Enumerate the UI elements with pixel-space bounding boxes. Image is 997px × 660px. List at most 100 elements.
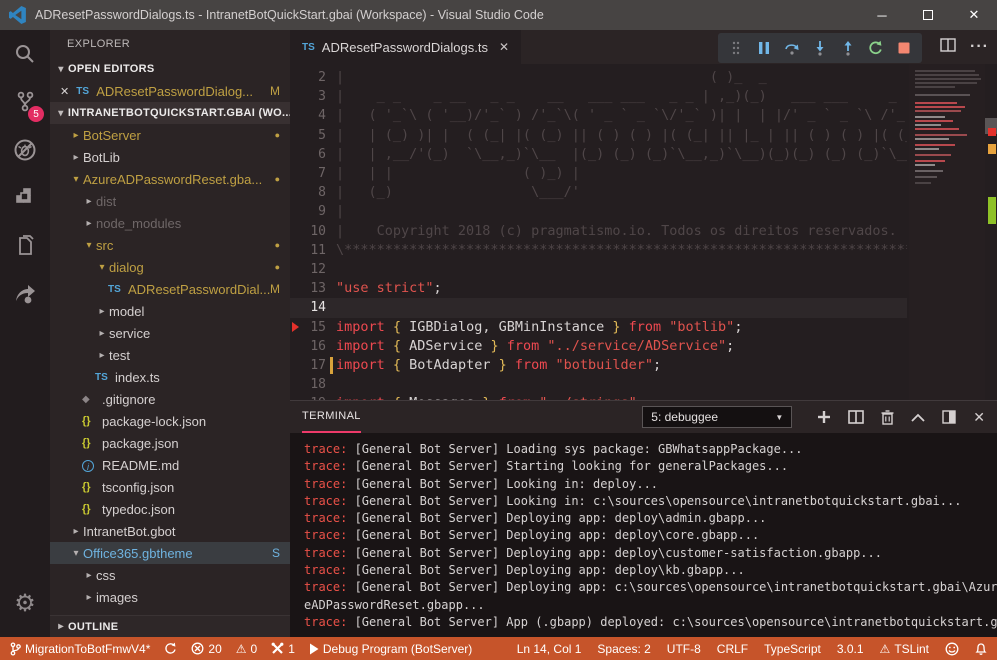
sync-icon: [164, 642, 177, 655]
status-ts-version[interactable]: 3.0.1: [837, 642, 864, 656]
tree-item[interactable]: ▸test: [50, 344, 290, 366]
editor-tab-bar: TS ADResetPasswordDialogs.ts ✕: [290, 30, 997, 64]
tree-item[interactable]: ▾dialog●: [50, 256, 290, 278]
workspace-section-header[interactable]: ▾ INTRANETBOTQUICKSTART.GBAI (WO...: [50, 102, 290, 124]
terminal-line: trace: [General Bot Server] Starting loo…: [304, 458, 997, 475]
status-warnings[interactable]: ⚠0: [236, 642, 257, 656]
kill-terminal-icon[interactable]: [881, 410, 894, 425]
terminal-selector-dropdown[interactable]: 5: debuggee▼: [642, 406, 792, 428]
tree-item[interactable]: ◆.gitignore: [50, 388, 290, 410]
status-language-mode[interactable]: TypeScript: [764, 642, 821, 656]
new-terminal-icon[interactable]: [817, 410, 831, 424]
status-errors[interactable]: 20: [191, 642, 221, 656]
extensions-icon[interactable]: [0, 174, 50, 222]
tree-item[interactable]: ▸node_modules: [50, 212, 290, 234]
json-file-icon: {}: [82, 437, 102, 449]
code-text: | | (_) )| | ( (_| |( (_) || ( ) ( ) |( …: [336, 126, 907, 145]
tree-item[interactable]: ▸IntranetBot.gbot: [50, 520, 290, 542]
terminal-tab[interactable]: TERMINAL: [302, 401, 361, 433]
open-editor-item[interactable]: ✕ TS ADResetPasswordDialog... M: [50, 80, 290, 102]
minimap[interactable]: [909, 64, 985, 400]
tree-item[interactable]: {}tsconfig.json: [50, 476, 290, 498]
terminal-output[interactable]: trace: [General Bot Server] Loading sys …: [290, 433, 997, 637]
status-cursor-position[interactable]: Ln 14, Col 1: [517, 642, 582, 656]
collapse-panel-icon[interactable]: [911, 413, 925, 422]
restart-icon[interactable]: [864, 36, 888, 60]
tree-item-label: test: [109, 348, 130, 363]
toolbar-grip-icon[interactable]: [724, 36, 748, 60]
tree-item[interactable]: ▾AzureADPasswordReset.gba...●: [50, 168, 290, 190]
status-eol[interactable]: CRLF: [717, 642, 748, 656]
share-icon[interactable]: [0, 270, 50, 318]
tree-item-label: index.ts: [115, 370, 160, 385]
close-icon[interactable]: ✕: [60, 85, 69, 98]
tab-close-icon[interactable]: ✕: [499, 40, 509, 54]
tree-item[interactable]: {}typedoc.json: [50, 498, 290, 520]
pause-icon[interactable]: [752, 36, 776, 60]
step-over-icon[interactable]: [780, 36, 804, 60]
chevron-right-icon: ▸: [95, 350, 109, 361]
split-editor-icon[interactable]: [940, 38, 956, 57]
tree-item[interactable]: ▸BotServer●: [50, 124, 290, 146]
tree-item[interactable]: ▸service: [50, 322, 290, 344]
gutter-modified-indicator: [330, 357, 333, 374]
step-into-icon[interactable]: [808, 36, 832, 60]
file-tree: ▸BotServer●▸BotLib▾AzureADPasswordReset.…: [50, 124, 290, 615]
open-editors-header[interactable]: ▾ OPEN EDITORS: [50, 58, 290, 80]
tree-item[interactable]: TSADResetPasswordDial...M: [50, 278, 290, 300]
outline-section-header[interactable]: ▸ OUTLINE: [50, 615, 290, 637]
code-text: | ( '_`\ ( '__)/'_` ) /'_`\( ' _ ` _ `\/…: [336, 106, 907, 125]
git-status-badge: S: [272, 546, 280, 560]
tree-item[interactable]: ▸model: [50, 300, 290, 322]
status-notifications[interactable]: [975, 642, 987, 656]
split-terminal-icon[interactable]: [848, 410, 864, 424]
minimap-line: [915, 86, 955, 88]
code-text: \***************************************…: [336, 241, 907, 260]
status-indentation[interactable]: Spaces: 2: [597, 642, 650, 656]
tree-item[interactable]: ▸BotLib: [50, 146, 290, 168]
tree-item[interactable]: ▸css: [50, 564, 290, 586]
overview-ruler[interactable]: [985, 64, 997, 400]
tree-item[interactable]: {}package-lock.json: [50, 410, 290, 432]
chevron-right-icon: ▸: [54, 621, 68, 632]
close-button[interactable]: ✕: [951, 0, 997, 30]
search-icon[interactable]: [0, 30, 50, 78]
tree-item-label: node_modules: [96, 216, 181, 231]
settings-gear-icon[interactable]: ⚙: [0, 579, 50, 627]
documents-icon[interactable]: [0, 222, 50, 270]
step-out-icon[interactable]: [836, 36, 860, 60]
terminal-line: trace: [General Bot Server] Loading sys …: [304, 441, 997, 458]
tree-item[interactable]: ▸dist: [50, 190, 290, 212]
status-encoding[interactable]: UTF-8: [667, 642, 701, 656]
tree-item[interactable]: ▾src●: [50, 234, 290, 256]
maximize-panel-icon[interactable]: [942, 410, 956, 424]
tree-item[interactable]: {}package.json: [50, 432, 290, 454]
status-debug-launch[interactable]: Debug Program (BotServer): [309, 642, 472, 656]
debug-icon[interactable]: [0, 126, 50, 174]
status-feedback[interactable]: [945, 642, 959, 656]
tree-item[interactable]: iREADME.md: [50, 454, 290, 476]
close-panel-icon[interactable]: ✕: [973, 409, 985, 426]
editor-tab-active[interactable]: TS ADResetPasswordDialogs.ts ✕: [290, 30, 521, 64]
git-modified-dot: ●: [275, 262, 280, 272]
line-number: 19: [290, 394, 326, 400]
tree-item[interactable]: ▸images: [50, 586, 290, 608]
minimize-button[interactable]: ─: [859, 0, 905, 30]
minimap-line: [915, 176, 937, 178]
status-tasks[interactable]: 1: [271, 642, 295, 656]
tree-item[interactable]: ▾Office365.gbthemeS: [50, 542, 290, 564]
code-editor[interactable]: 2| ( )_ _3| _ _ _ __ _ _ __ ___ ___ _ _ …: [290, 64, 997, 400]
typescript-file-icon: TS: [76, 86, 96, 97]
stop-icon[interactable]: [892, 36, 916, 60]
terminal-line: trace: [General Bot Server] Deploying ap…: [304, 527, 997, 544]
maximize-button[interactable]: [905, 0, 951, 30]
status-git-branch[interactable]: MigrationToBotFmwV4*: [10, 642, 150, 656]
code-line: 18: [290, 375, 907, 394]
warning-marker: [988, 144, 996, 154]
status-tslint[interactable]: ⚠TSLint: [880, 642, 929, 656]
play-icon: [309, 643, 319, 655]
more-actions-icon[interactable]: ···: [970, 38, 989, 56]
status-sync[interactable]: [164, 642, 177, 655]
source-control-icon[interactable]: 5: [0, 78, 50, 126]
tree-item[interactable]: TSindex.ts: [50, 366, 290, 388]
